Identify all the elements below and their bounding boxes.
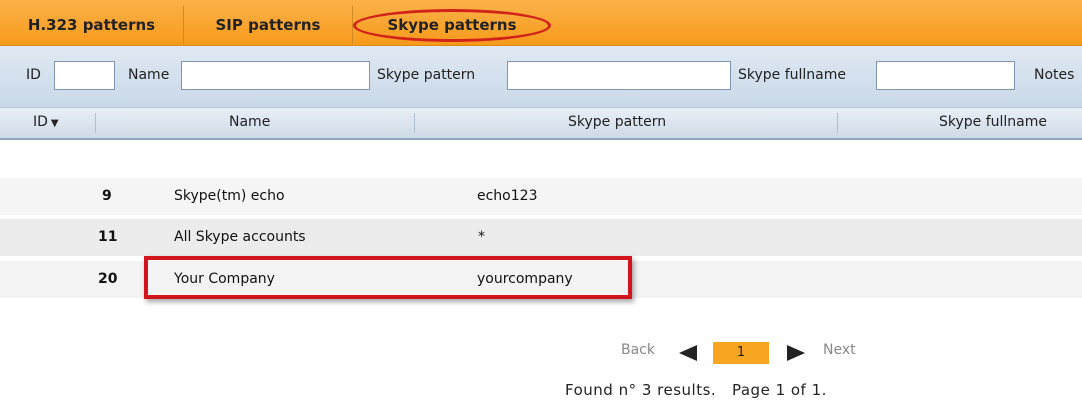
row-id: 20 <box>98 271 118 287</box>
filter-name-input[interactable] <box>181 61 370 90</box>
row-pattern: yourcompany <box>477 271 573 287</box>
column-skype-pattern[interactable]: Skype pattern <box>568 114 666 130</box>
filter-id-label: ID <box>26 67 41 83</box>
back-link[interactable]: Back <box>621 342 655 364</box>
row-pattern: * <box>478 229 485 245</box>
table-row[interactable]: 9 Skype(tm) echo echo123 <box>0 178 1082 215</box>
row-name: All Skype accounts <box>174 229 306 245</box>
filter-fullname-input[interactable] <box>876 61 1015 90</box>
sort-desc-icon: ▼ <box>50 118 59 129</box>
column-name[interactable]: Name <box>229 114 270 130</box>
tab-skype-patterns[interactable]: Skype patterns <box>353 6 551 44</box>
row-name: Skype(tm) echo <box>174 188 285 204</box>
filter-pattern-label: Skype pattern <box>377 67 476 83</box>
tab-h323-patterns[interactable]: H.323 patterns <box>0 6 184 44</box>
prev-arrow-icon[interactable] <box>679 345 697 361</box>
column-header: ID ▼ Name Skype pattern Skype fullname <box>0 107 1082 140</box>
tab-sip-patterns[interactable]: SIP patterns <box>184 6 353 44</box>
column-skype-fullname[interactable]: Skype fullname <box>939 114 1047 130</box>
filter-fullname-label: Skype fullname <box>738 67 847 83</box>
filter-pattern-input[interactable] <box>507 61 731 90</box>
next-arrow-icon[interactable] <box>787 345 805 361</box>
row-id: 11 <box>98 229 118 245</box>
filter-id-input[interactable] <box>54 61 115 90</box>
page-1-button[interactable]: 1 <box>713 342 769 364</box>
results-summary: Found n° 3 results. Page 1 of 1. <box>565 381 827 399</box>
column-id[interactable]: ID ▼ <box>33 114 59 130</box>
filter-notes-label: Notes <box>1034 67 1075 83</box>
filter-name-label: Name <box>128 67 170 83</box>
row-name: Your Company <box>174 271 275 287</box>
table-row[interactable]: 11 All Skype accounts * <box>0 219 1082 256</box>
tab-bar: H.323 patterns SIP patterns Skype patter… <box>0 0 1082 46</box>
filter-bar: ID Name Skype pattern Skype fullname Not… <box>0 46 1082 107</box>
table-row[interactable]: 20 Your Company yourcompany <box>0 261 1082 298</box>
next-link[interactable]: Next <box>823 342 856 364</box>
row-id: 9 <box>102 188 112 204</box>
row-pattern: echo123 <box>477 188 538 204</box>
